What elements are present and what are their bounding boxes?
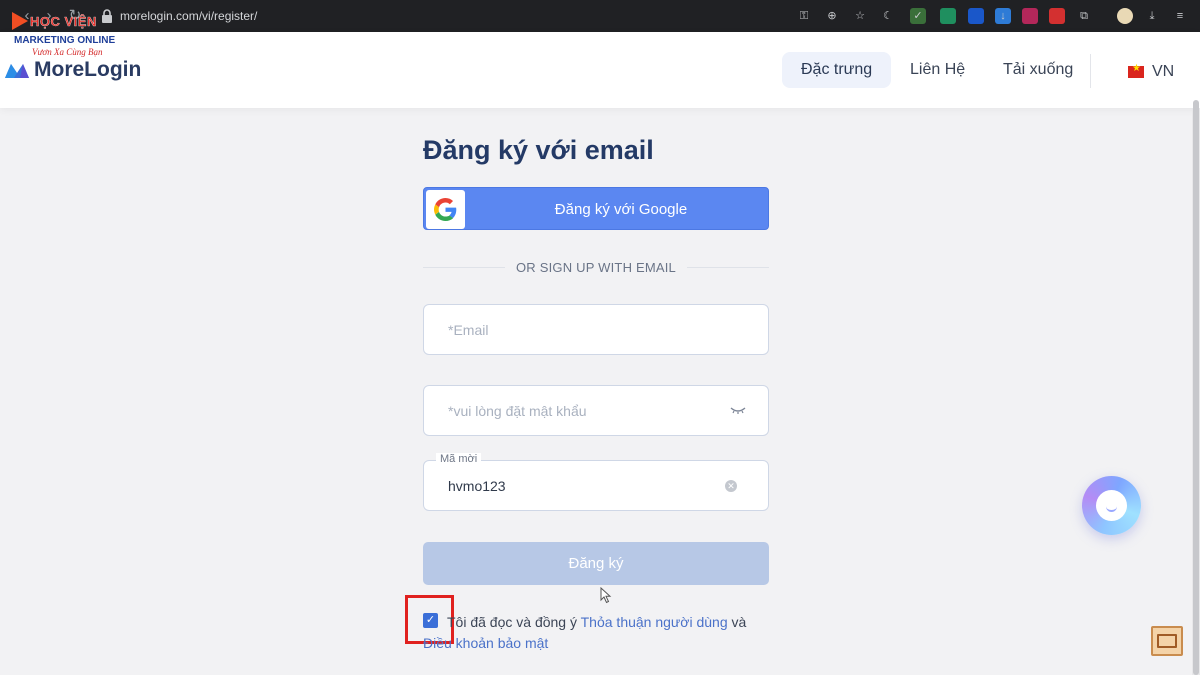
menu-icon[interactable]: ≡	[1172, 8, 1188, 24]
nav-download[interactable]: Tải xuống	[984, 52, 1092, 88]
brand-logo[interactable]: MoreLogin	[4, 58, 141, 82]
puzzle-icon[interactable]: ⧉	[1076, 8, 1092, 24]
google-icon-box	[426, 190, 465, 229]
nav-divider	[1090, 54, 1091, 88]
mouse-cursor-icon	[600, 587, 612, 604]
downloads-icon[interactable]: ⤓	[1144, 8, 1160, 24]
email-field[interactable]: *Email	[423, 304, 769, 355]
nav-contact[interactable]: Liên Hệ	[891, 52, 984, 88]
chat-icon	[1096, 490, 1127, 521]
morelogin-logo-icon	[5, 64, 29, 78]
page-title: Đăng ký với email	[423, 135, 654, 165]
watermark-logo: HỌC VIỆN MARKETING ONLINE Vươn Xa Cùng B…	[8, 12, 133, 58]
zoom-icon[interactable]: ⊕	[824, 8, 840, 24]
watermark-title: HỌC VIỆN	[30, 14, 97, 29]
nav-features[interactable]: Đặc trưng	[782, 52, 892, 88]
profile-icon[interactable]	[1117, 8, 1133, 24]
email-divider-text: OR SIGN UP WITH EMAIL	[516, 260, 676, 275]
play-icon	[12, 12, 28, 30]
google-icon	[434, 198, 457, 221]
watermark-slogan: Vươn Xa Cùng Bạn	[32, 47, 103, 57]
browser-toolbar: ‹ › ↻ morelogin.com/vi/register/ ⚿ ⊕ ☆ ☾…	[0, 0, 1200, 32]
invite-code-field[interactable]: Mã mời hvmo123 ✕	[423, 453, 769, 511]
password-field[interactable]: *vui lòng đặt mật khẩu	[423, 385, 769, 436]
extension-icon[interactable]	[1049, 8, 1065, 24]
language-label: VN	[1152, 63, 1175, 80]
eye-closed-icon[interactable]	[730, 405, 746, 415]
chat-button[interactable]	[1082, 476, 1141, 535]
invite-code-value: hvmo123	[448, 478, 506, 494]
extension-icon[interactable]: ✓	[910, 8, 926, 24]
extension-icon[interactable]	[968, 8, 984, 24]
watermark-subtitle: MARKETING ONLINE	[14, 35, 116, 46]
download-ext-icon[interactable]: ↓	[995, 8, 1011, 24]
scrollbar-thumb[interactable]	[1193, 100, 1199, 675]
privacy-terms-link[interactable]: Điều khoản bảo mật	[423, 633, 548, 654]
agree-and: và	[731, 614, 747, 630]
email-placeholder: *Email	[448, 322, 489, 338]
register-button[interactable]: Đăng ký	[423, 542, 769, 585]
moon-icon[interactable]: ☾	[880, 8, 896, 24]
key-icon[interactable]: ⚿	[796, 8, 812, 24]
user-agreement-link[interactable]: Thỏa thuận người dùng	[581, 614, 728, 630]
language-switcher[interactable]: VN	[1128, 63, 1174, 81]
star-icon[interactable]: ☆	[852, 8, 868, 24]
address-bar[interactable]: morelogin.com/vi/register/	[120, 9, 257, 23]
floating-widget-icon[interactable]	[1151, 626, 1183, 656]
extension-icon[interactable]	[940, 8, 956, 24]
extension-icon[interactable]	[1022, 8, 1038, 24]
invite-code-label: Mã mời	[436, 453, 482, 465]
password-placeholder: *vui lòng đặt mật khẩu	[448, 403, 587, 419]
vietnam-flag-icon	[1128, 63, 1144, 78]
brand-name: MoreLogin	[34, 58, 142, 81]
agree-text: Tôi đã đọc và đồng ý Thỏa thuận người dù…	[447, 612, 777, 633]
site-header: MoreLogin Đặc trưng Liên Hệ Tải xuống VN	[0, 32, 1200, 108]
clear-icon[interactable]: ✕	[725, 480, 737, 492]
google-signup-label: Đăng ký với Google	[554, 201, 688, 218]
agree-prefix: Tôi đã đọc và đồng ý	[447, 614, 577, 630]
google-signup-button[interactable]: Đăng ký với Google	[423, 187, 769, 230]
